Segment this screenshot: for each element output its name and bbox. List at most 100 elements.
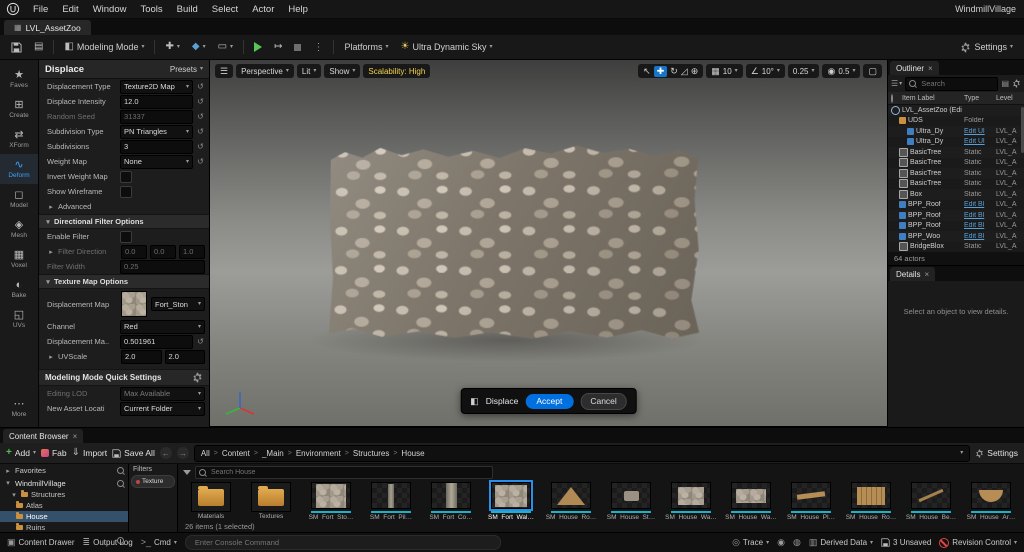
output-log-button[interactable]: ≣ Output Log: [83, 538, 133, 547]
tree-item-atlas[interactable]: Atlas: [0, 500, 128, 511]
import-button[interactable]: ⇓ Import: [72, 448, 107, 458]
lit-dropdown[interactable]: Lit ▾: [297, 64, 321, 78]
asset-item-selected[interactable]: SM_Fort_Wal…: [483, 482, 539, 520]
asset-search-input[interactable]: [209, 468, 489, 477]
settings-dropdown[interactable]: Settings ▾: [955, 38, 1018, 56]
outliner-row[interactable]: BasicTree Static LVL_A: [888, 179, 1024, 190]
forward-button[interactable]: →: [177, 447, 189, 459]
show-wireframe-checkbox[interactable]: [120, 186, 132, 198]
scale-tool-icon[interactable]: ◿: [681, 67, 688, 76]
rotate-tool-icon[interactable]: ↻: [670, 67, 678, 76]
mode-uvs[interactable]: ◱ UVs: [0, 304, 38, 334]
grid-snap-toggle[interactable]: ▦ 10 ▾: [706, 64, 742, 78]
subdivision-type-dropdown[interactable]: PN Triangles ▾: [120, 125, 193, 139]
viewport-3d[interactable]: ☰ Perspective ▾ Lit ▾ Show ▾ Scalability: H…: [210, 60, 887, 427]
trace-dropdown[interactable]: ◎ Trace ▾: [732, 538, 769, 547]
reset-to-default-icon[interactable]: ↺: [196, 142, 205, 151]
save-all-button[interactable]: Save All: [112, 448, 155, 458]
viewport-menu-button[interactable]: ☰: [215, 64, 233, 78]
outliner-row[interactable]: Ultra_Dy Edit Ul LVL_A: [888, 126, 1024, 137]
tree-item-structures[interactable]: ▾ Structures: [0, 489, 128, 500]
tab-content-browser[interactable]: Content Browser ×: [3, 429, 83, 443]
asset-item[interactable]: SM_Fort_Co…: [423, 482, 479, 520]
asset-folder[interactable]: Materials: [183, 482, 239, 520]
menu-edit[interactable]: Edit: [55, 4, 85, 15]
tree-item-house[interactable]: House: [0, 511, 128, 522]
visibility-column-header[interactable]: [891, 95, 900, 102]
project-browser-button[interactable]: ▤: [29, 38, 48, 56]
advanced-expander-row[interactable]: ▸ Advanced: [39, 199, 209, 214]
invert-weight-map-checkbox[interactable]: [120, 171, 132, 183]
asset-item[interactable]: SM_Fort_Sto…: [303, 482, 359, 520]
filter-funnel-icon[interactable]: [183, 470, 191, 475]
fab-button[interactable]: Fab: [41, 448, 67, 458]
scale-snap-toggle[interactable]: 0.25 ▾: [788, 64, 820, 78]
breadcrumb-main[interactable]: _Main: [262, 449, 284, 458]
outliner-row[interactable]: BasicTree Static LVL_A: [888, 158, 1024, 169]
mode-model[interactable]: ◻ Model: [0, 184, 38, 214]
snapshot-button[interactable]: ◍: [793, 538, 801, 547]
asset-item[interactable]: SM_House_Ro…: [843, 482, 899, 520]
menu-help[interactable]: Help: [281, 4, 315, 15]
gear-icon[interactable]: [1012, 79, 1021, 88]
mode-faves[interactable]: ★ Faves: [0, 64, 38, 94]
level-column-header[interactable]: Level: [996, 95, 1021, 102]
channel-dropdown[interactable]: Red ▾: [120, 320, 205, 334]
outliner-row[interactable]: BPP_Roof Edit Bl LVL_A: [888, 221, 1024, 232]
stop-button[interactable]: [289, 38, 306, 56]
console-command-box[interactable]: [185, 535, 501, 550]
mode-mesh[interactable]: ◈ Mesh: [0, 214, 38, 244]
menu-tools[interactable]: Tools: [133, 4, 169, 15]
maximize-viewport-button[interactable]: ▢: [863, 64, 882, 78]
derived-data-dropdown[interactable]: ▥ Derived Data ▾: [809, 538, 873, 547]
menu-actor[interactable]: Actor: [245, 4, 281, 15]
outliner-row[interactable]: Ultra_Dy Edit Ul LVL_A: [888, 137, 1024, 148]
outliner-row[interactable]: BridgeBlox Static LVL_A: [888, 242, 1024, 253]
mode-bake[interactable]: ◐ Bake: [0, 274, 38, 304]
uvscale-x-field[interactable]: 2.0: [121, 350, 162, 364]
accept-button[interactable]: Accept: [525, 394, 573, 409]
asset-item[interactable]: SM_House_Be…: [903, 482, 959, 520]
breadcrumb-structures[interactable]: Structures: [353, 449, 389, 458]
displacement-max-field[interactable]: 0.501961: [120, 335, 193, 349]
filter-width-field[interactable]: 0.25: [120, 260, 205, 274]
cinematics-button[interactable]: ▭ ▾: [213, 38, 238, 56]
tab-lvl-assetzoo[interactable]: ▦ LVL_AssetZoo: [4, 20, 91, 35]
reset-to-default-icon[interactable]: ↺: [196, 127, 205, 136]
edit-blueprint-link[interactable]: Edit Ul: [964, 128, 994, 135]
content-drawer-button[interactable]: ▣ Content Drawer: [7, 538, 75, 547]
unreal-engine-logo-icon[interactable]: [6, 2, 20, 16]
edit-blueprint-link[interactable]: Edit Bl: [964, 212, 994, 219]
save-button[interactable]: [6, 38, 27, 56]
play-options-button[interactable]: ⋮: [308, 38, 328, 56]
breadcrumb-content[interactable]: Content: [222, 449, 250, 458]
play-button[interactable]: [249, 38, 267, 56]
edit-blueprint-link[interactable]: Edit Bl: [964, 233, 994, 240]
outliner-row[interactable]: UDS Folder: [888, 116, 1024, 127]
mode-voxel[interactable]: ▦ Voxel: [0, 244, 38, 274]
filter-direction-z-field[interactable]: 1.0: [179, 245, 205, 259]
outliner-row[interactable]: BPP_Roof Edit Bl LVL_A: [888, 200, 1024, 211]
reset-to-default-icon[interactable]: ↺: [196, 82, 205, 91]
random-seed-field[interactable]: 31337: [120, 110, 193, 124]
menu-select[interactable]: Select: [205, 4, 245, 15]
filter-direction-y-field[interactable]: 0.0: [150, 245, 176, 259]
reset-to-default-icon[interactable]: ↺: [196, 97, 205, 106]
filter-direction-x-field[interactable]: 0.0: [121, 245, 147, 259]
outliner-row[interactable]: BPP_Roof Edit Bl LVL_A: [888, 210, 1024, 221]
platforms-dropdown[interactable]: Platforms ▾: [339, 38, 393, 56]
select-tool-icon[interactable]: ↖: [643, 67, 651, 76]
reset-to-default-icon[interactable]: ↺: [196, 157, 205, 166]
cancel-button[interactable]: Cancel: [580, 393, 626, 410]
outliner-search-box[interactable]: [905, 77, 998, 91]
edit-blueprint-link[interactable]: Edit Bl: [964, 222, 994, 229]
world-space-toggle-icon[interactable]: ⊕: [691, 67, 699, 76]
stone-wall-mesh[interactable]: [329, 140, 700, 341]
item-label-column-header[interactable]: Item Label: [902, 95, 962, 102]
perspective-dropdown[interactable]: Perspective ▾: [236, 64, 294, 78]
add-button[interactable]: + Add ▾: [6, 448, 36, 458]
outliner-search-input[interactable]: [919, 78, 994, 89]
asset-search-box[interactable]: [195, 466, 493, 479]
texture-thumbnail[interactable]: [121, 291, 147, 317]
asset-item[interactable]: SM_Fort_Pil…: [363, 482, 419, 520]
